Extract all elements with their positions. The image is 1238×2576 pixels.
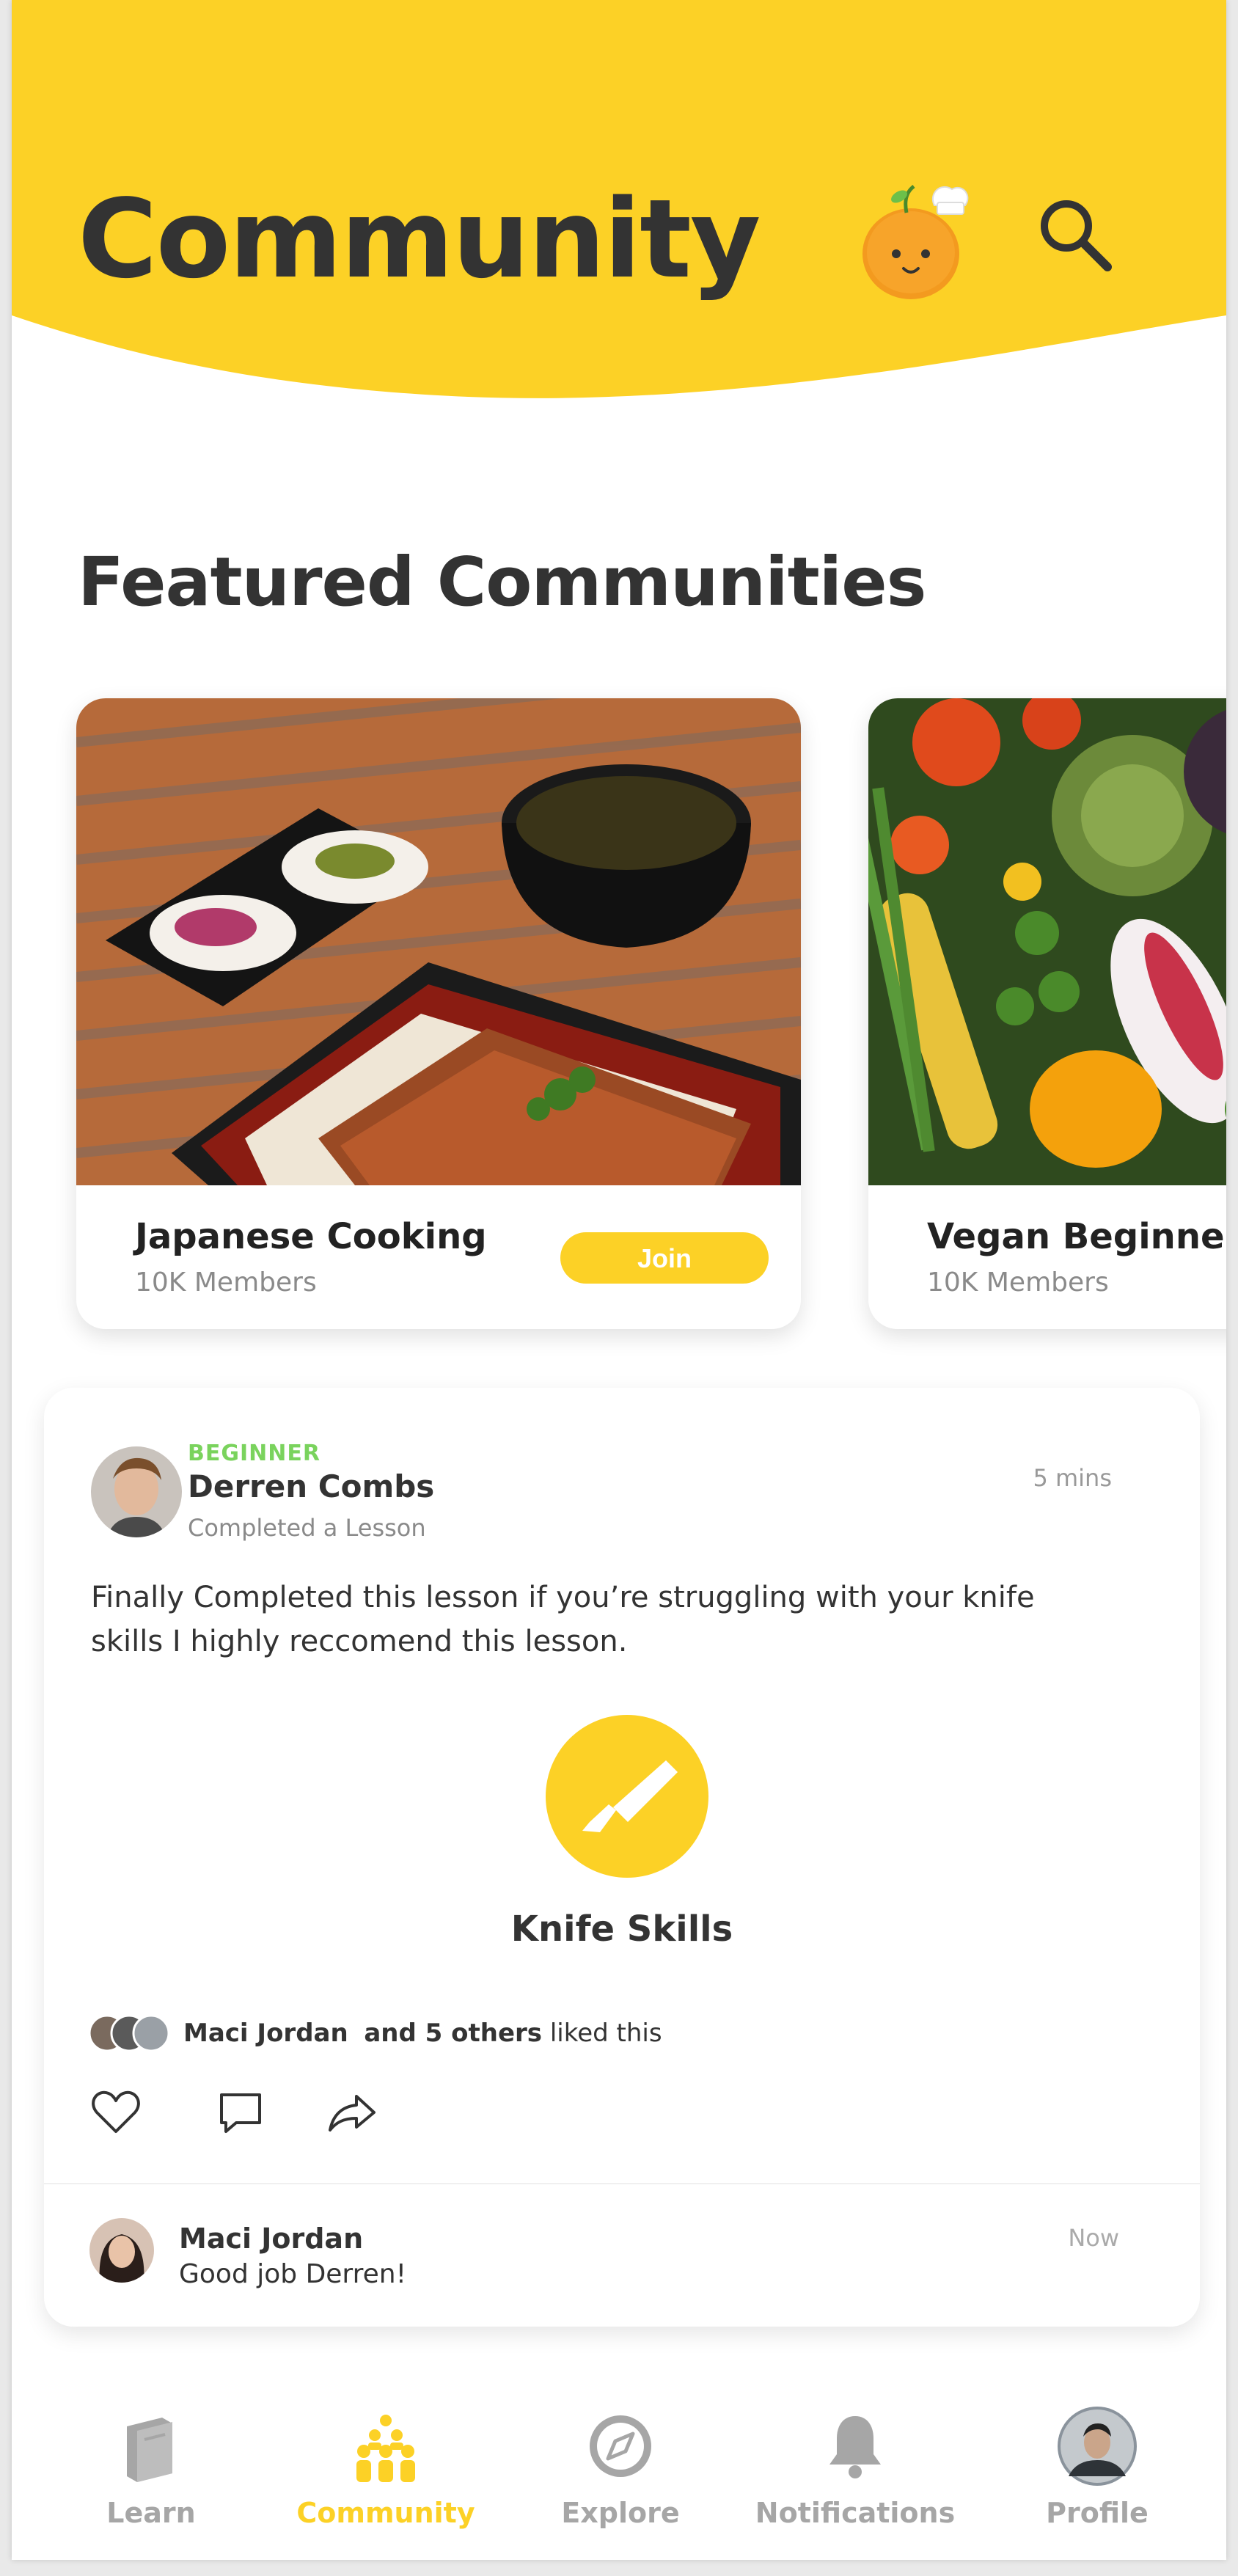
featured-communities-title: Featured Communities bbox=[78, 543, 926, 621]
bell-icon bbox=[815, 2406, 895, 2487]
comment-timestamp: Now bbox=[1068, 2224, 1119, 2252]
community-card-vegan-beginners[interactable]: Vegan Beginners 10K Members bbox=[868, 698, 1226, 1329]
nav-item-community[interactable]: Community bbox=[268, 2356, 503, 2560]
avatar bbox=[1057, 2406, 1138, 2487]
likes-suffix: liked this bbox=[549, 2019, 662, 2048]
nav-item-notifications[interactable]: Notifications bbox=[738, 2356, 973, 2560]
compass-icon bbox=[580, 2406, 661, 2487]
vegan-beginners-image bbox=[868, 698, 1226, 1185]
community-card-japanese-cooking[interactable]: Japanese Cooking 10K Members Join bbox=[76, 698, 801, 1329]
avatar[interactable] bbox=[89, 2218, 154, 2283]
nav-item-explore[interactable]: Explore bbox=[503, 2356, 738, 2560]
nav-label: Profile bbox=[1046, 2497, 1149, 2529]
activity-post: BEGINNER Derren Combs Completed a Lesson… bbox=[44, 1388, 1200, 2327]
book-icon bbox=[111, 2406, 191, 2487]
comment-text: Good job Derren! bbox=[179, 2259, 407, 2289]
member-count: 10K Members bbox=[135, 1267, 317, 1298]
community-name: Vegan Beginners bbox=[927, 1216, 1226, 1257]
liker-name: Maci Jordan bbox=[183, 2019, 348, 2048]
divider bbox=[44, 2183, 1200, 2184]
post-timestamp: 5 mins bbox=[1033, 1464, 1112, 1492]
liker-avatars bbox=[88, 2013, 170, 2054]
orange-mascot-icon bbox=[855, 176, 973, 301]
bottom-navigation: Learn Community Explore Notifications Pr… bbox=[12, 2356, 1226, 2560]
likes-summary[interactable]: Maci Jordan and 5 others liked this bbox=[183, 2019, 662, 2048]
likes-others: and 5 others bbox=[364, 2019, 543, 2048]
share-icon[interactable] bbox=[326, 2086, 378, 2139]
lesson-title[interactable]: Knife Skills bbox=[44, 1909, 1200, 1950]
japanese-cooking-image bbox=[76, 698, 801, 1185]
avatar[interactable] bbox=[91, 1446, 182, 1537]
heart-icon[interactable] bbox=[89, 2086, 142, 2139]
community-name: Japanese Cooking bbox=[135, 1216, 487, 1257]
post-activity: Completed a Lesson bbox=[188, 1514, 426, 1542]
nav-label: Community bbox=[296, 2497, 475, 2529]
nav-label: Explore bbox=[561, 2497, 680, 2529]
level-badge: BEGINNER bbox=[188, 1441, 321, 1466]
nav-item-learn[interactable]: Learn bbox=[34, 2356, 268, 2560]
member-count: 10K Members bbox=[927, 1267, 1109, 1298]
community-icon bbox=[345, 2406, 426, 2487]
app-screen: Community Featured Communities Japanese … bbox=[12, 0, 1226, 2560]
knife-icon[interactable] bbox=[546, 1715, 708, 1878]
post-author[interactable]: Derren Combs bbox=[188, 1468, 434, 1504]
nav-item-profile[interactable]: Profile bbox=[980, 2356, 1215, 2560]
nav-label: Learn bbox=[106, 2497, 196, 2529]
search-icon[interactable] bbox=[1031, 191, 1119, 279]
post-text: Finally Completed this lesson if you’re … bbox=[91, 1581, 1035, 1658]
join-button[interactable]: Join bbox=[560, 1232, 769, 1284]
nav-label: Notifications bbox=[755, 2497, 956, 2529]
comment-author[interactable]: Maci Jordan bbox=[179, 2222, 363, 2255]
page-title: Community bbox=[78, 176, 761, 302]
header: Community bbox=[12, 0, 1226, 411]
comment-icon[interactable] bbox=[214, 2086, 267, 2139]
